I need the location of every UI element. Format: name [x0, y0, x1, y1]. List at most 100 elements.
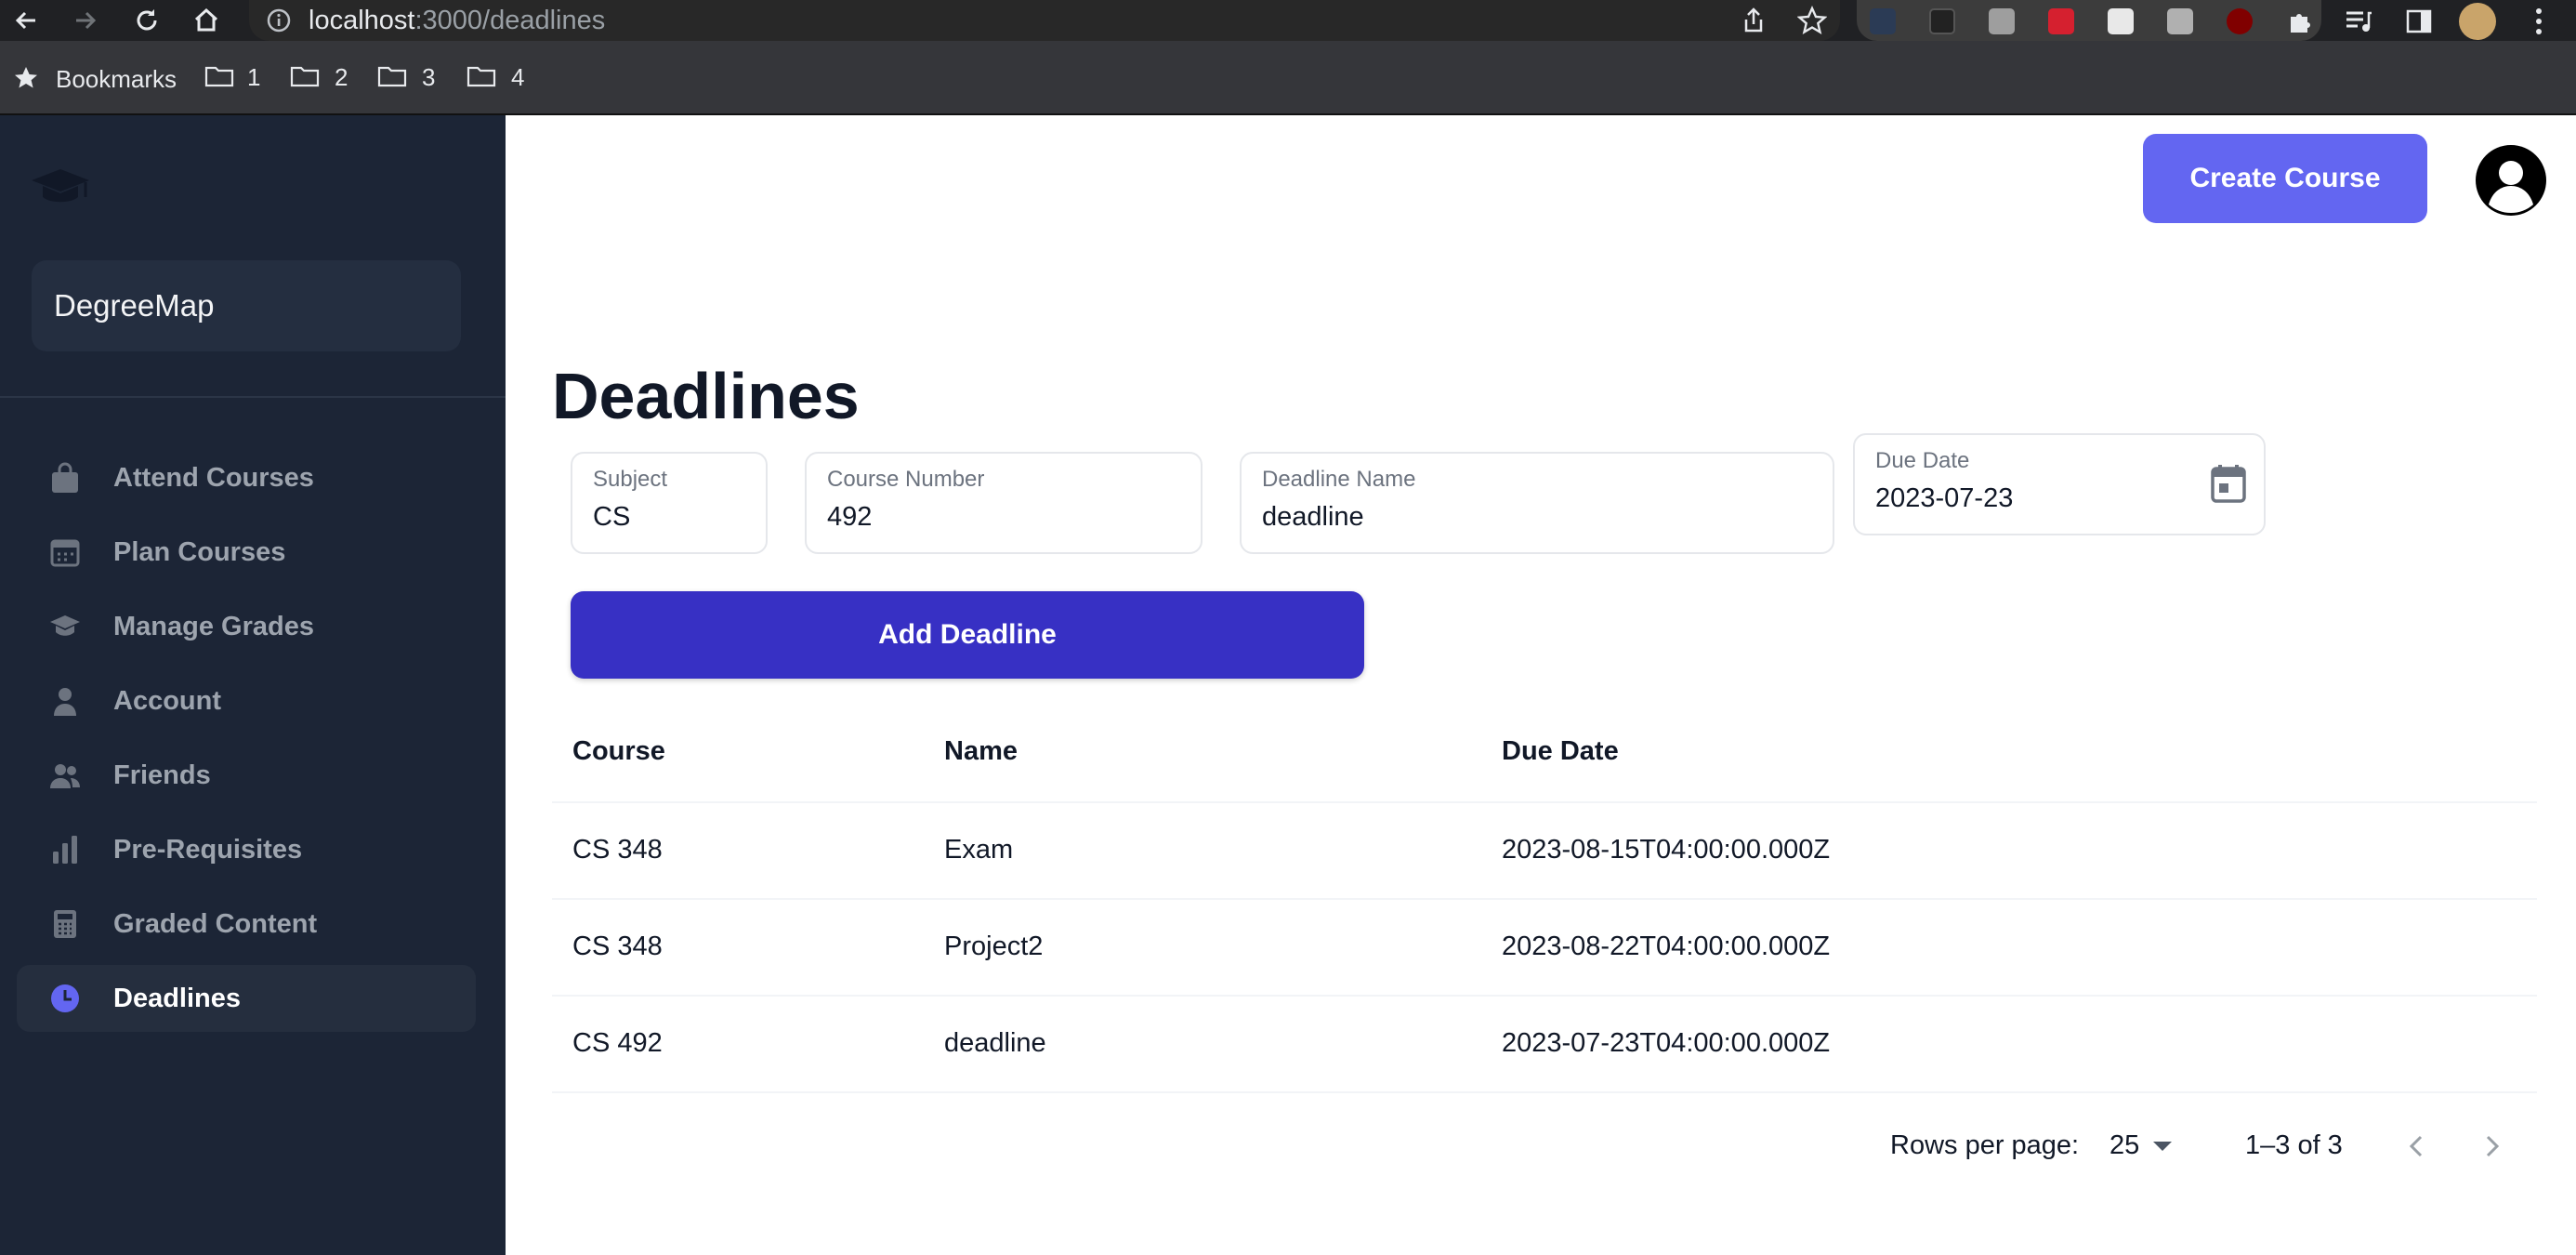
clock-icon [51, 984, 79, 1012]
cell-course: CS 348 [572, 835, 663, 865]
cell-name: Project2 [944, 931, 1044, 961]
extension-icon-5[interactable] [2108, 8, 2134, 34]
sidebar-item-friends[interactable]: Friends [17, 742, 476, 809]
sidebar-item-label: Plan Courses [113, 537, 286, 567]
bookmark-star-icon [15, 67, 37, 88]
extension-icon-6[interactable] [2167, 8, 2193, 34]
column-header-name[interactable]: Name [944, 736, 1018, 767]
forward-icon[interactable] [71, 6, 100, 35]
calendar-icon [50, 539, 80, 567]
sidebar-item-attend-courses[interactable]: Attend Courses [17, 444, 476, 511]
brand-name: DegreeMap [54, 288, 215, 323]
share-icon[interactable] [1740, 7, 1768, 34]
page-title: Deadlines [552, 360, 860, 432]
bar-chart-icon [53, 836, 77, 864]
rows-per-page-select[interactable]: 25 [2108, 1125, 2182, 1166]
due-date-field[interactable]: Due Date [1853, 433, 2266, 535]
info-icon[interactable] [266, 7, 292, 33]
graduation-cap-logo-icon[interactable] [30, 165, 91, 212]
user-avatar-icon[interactable] [2474, 143, 2548, 218]
shopping-bag-icon [52, 462, 78, 493]
extension-icon-3[interactable] [1989, 8, 2015, 34]
prev-page-icon[interactable] [2401, 1130, 2433, 1162]
sidebar-item-graded-content[interactable]: Graded Content [17, 891, 476, 958]
user-icon [54, 688, 76, 716]
graduation-cap-icon [50, 615, 80, 636]
sidebar-item-deadlines[interactable]: Deadlines [17, 965, 476, 1032]
folder-icon[interactable] [290, 65, 320, 87]
due-date-label: Due Date [1875, 448, 1970, 473]
sidebar-item-label: Graded Content [113, 909, 318, 939]
rows-per-page-value: 25 [2109, 1130, 2140, 1160]
bookmarks-label[interactable]: Bookmarks [56, 65, 177, 94]
folder-icon[interactable] [467, 65, 496, 87]
folder-icon[interactable] [377, 65, 407, 87]
star-icon[interactable] [1797, 6, 1827, 35]
address-bar[interactable]: localhost:3000/deadlines [249, 0, 1840, 41]
sidebar: DegreeMap Attend Courses Plan Courses Ma… [0, 115, 506, 1255]
cell-course: CS 492 [572, 1028, 663, 1058]
table-row: CS 492 deadline 2023-07-23T04:00:00.000Z [552, 997, 2537, 1093]
subject-field[interactable]: Subject [571, 452, 768, 554]
calculator-icon [54, 910, 76, 938]
home-icon[interactable] [191, 6, 221, 35]
deadline-name-label: Deadline Name [1262, 467, 1416, 492]
profile-avatar[interactable] [2459, 3, 2496, 40]
sidebar-item-plan-courses[interactable]: Plan Courses [17, 519, 476, 586]
side-panel-icon[interactable] [2405, 7, 2433, 35]
folder-icon[interactable] [204, 65, 234, 87]
back-icon[interactable] [11, 6, 41, 35]
cell-course: CS 348 [572, 931, 663, 961]
chevron-down-icon [2153, 1142, 2172, 1151]
cell-due-date: 2023-08-15T04:00:00.000Z [1502, 835, 1831, 865]
course-number-label: Course Number [827, 467, 985, 492]
sidebar-item-account[interactable]: Account [17, 667, 476, 734]
sidebar-divider [0, 396, 506, 398]
cell-name: Exam [944, 835, 1014, 865]
cell-due-date: 2023-07-23T04:00:00.000Z [1502, 1028, 1831, 1058]
deadline-name-input[interactable] [1262, 502, 1810, 533]
due-date-input[interactable] [1875, 483, 2173, 514]
extension-icon-2[interactable] [1929, 8, 1955, 34]
extensions-area [1857, 0, 2321, 41]
sidebar-item-manage-grades[interactable]: Manage Grades [17, 593, 476, 660]
cell-due-date: 2023-08-22T04:00:00.000Z [1502, 931, 1831, 961]
extension-icon-4[interactable] [2048, 8, 2074, 34]
extension-icon-1[interactable] [1870, 8, 1896, 34]
subject-label: Subject [593, 467, 668, 492]
bookmark-folder-2[interactable]: 2 [335, 63, 348, 92]
table-row: CS 348 Project2 2023-08-22T04:00:00.000Z [552, 900, 2537, 997]
create-course-button[interactable]: Create Course [2143, 134, 2427, 223]
calendar-picker-icon[interactable] [2210, 463, 2247, 504]
users-icon [50, 764, 80, 788]
bookmark-folder-1[interactable]: 1 [247, 63, 260, 92]
sidebar-item-label: Manage Grades [113, 612, 314, 641]
sidebar-item-label: Friends [113, 760, 211, 790]
subject-input[interactable] [593, 502, 751, 533]
menu-dots-icon[interactable] [2530, 6, 2548, 37]
deadline-name-field[interactable]: Deadline Name [1240, 452, 1834, 554]
sidebar-item-label: Pre-Requisites [113, 835, 303, 865]
column-header-course[interactable]: Course [572, 736, 665, 767]
media-icon[interactable] [2344, 7, 2373, 35]
course-number-input[interactable] [827, 502, 1180, 533]
sidebar-item-label: Deadlines [113, 984, 241, 1013]
bookmark-folder-3[interactable]: 3 [422, 63, 435, 92]
brand-selector[interactable]: DegreeMap [32, 260, 461, 351]
cell-name: deadline [944, 1028, 1046, 1058]
sidebar-item-pre-requisites[interactable]: Pre-Requisites [17, 816, 476, 883]
add-deadline-button[interactable]: Add Deadline [571, 591, 1364, 679]
url-text: localhost:3000/deadlines [309, 6, 606, 35]
sidebar-item-label: Account [113, 686, 221, 716]
course-number-field[interactable]: Course Number [805, 452, 1203, 554]
puzzle-icon[interactable] [2286, 7, 2314, 35]
column-header-due-date[interactable]: Due Date [1502, 736, 1619, 767]
bookmark-folder-4[interactable]: 4 [511, 63, 524, 92]
reload-icon[interactable] [132, 6, 162, 35]
ublock-icon[interactable] [2227, 8, 2253, 34]
next-page-icon[interactable] [2476, 1130, 2507, 1162]
pagination-range: 1–3 of 3 [2245, 1130, 2343, 1160]
sidebar-item-label: Attend Courses [113, 463, 314, 493]
browser-toolbar: localhost:3000/deadlines [0, 0, 2576, 41]
rows-per-page-label: Rows per page: [1890, 1130, 2080, 1160]
